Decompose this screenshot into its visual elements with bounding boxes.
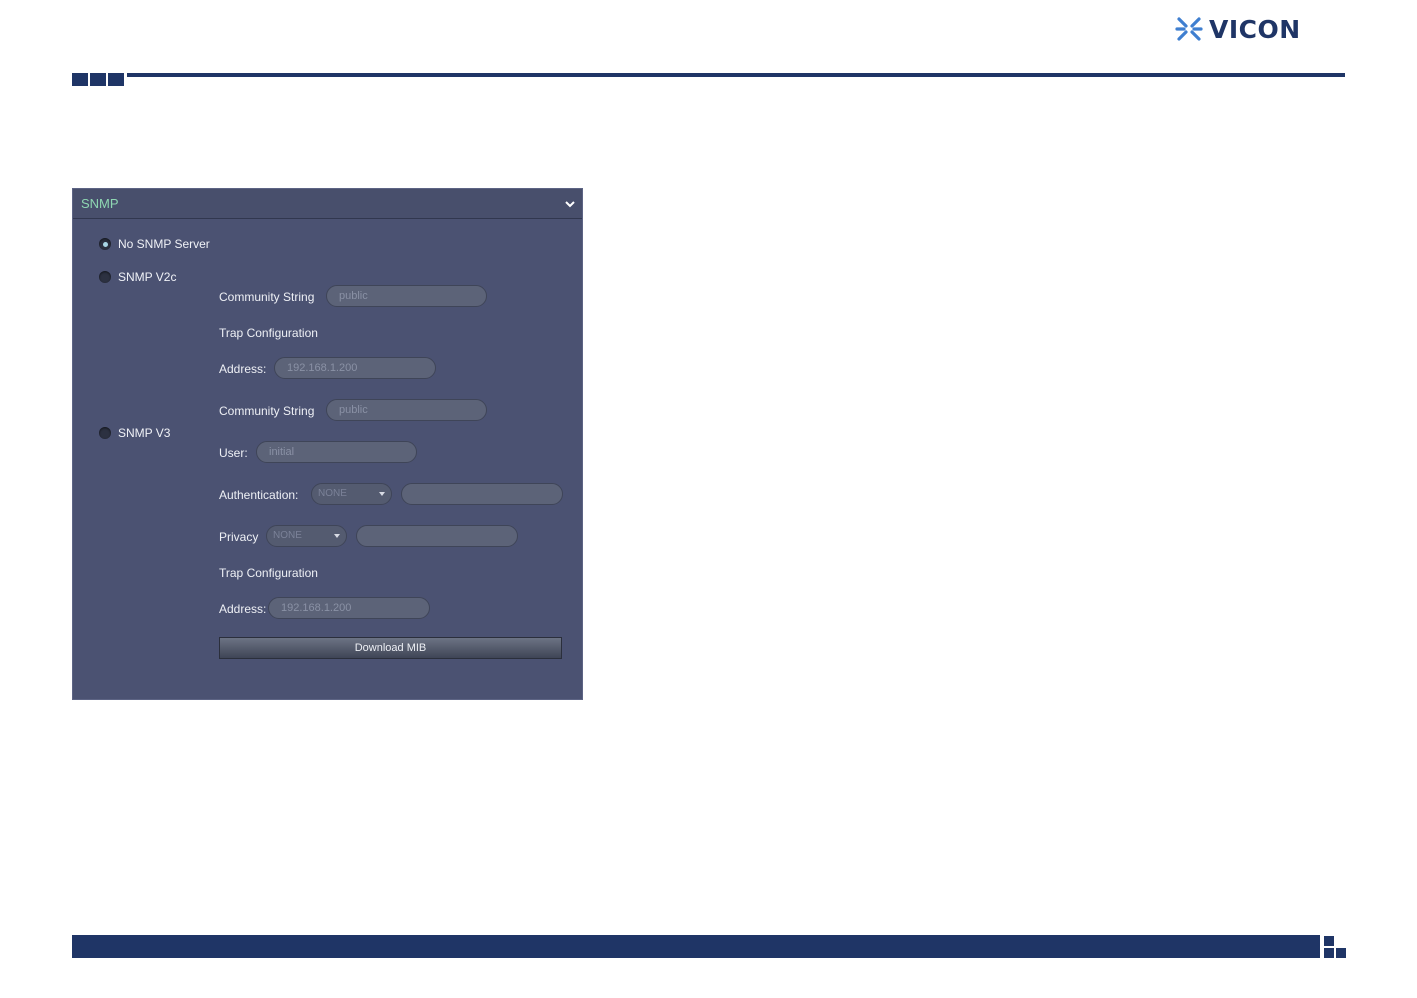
v3-trap-heading: Trap Configuration	[219, 566, 318, 580]
v2c-address-input[interactable]	[274, 357, 436, 379]
logo-text: VICON	[1209, 14, 1301, 44]
footer-square	[1324, 936, 1334, 946]
panel-title: SNMP	[81, 196, 119, 211]
v3-privacy-label: Privacy	[219, 530, 259, 544]
radio-label: SNMP V3	[118, 426, 171, 440]
radio-unselected-icon[interactable]	[99, 271, 111, 283]
chevron-down-icon[interactable]	[564, 198, 576, 210]
vicon-logo-icon	[1175, 17, 1203, 41]
panel-header[interactable]: SNMP	[73, 189, 582, 219]
v3-address-label: Address:	[219, 602, 267, 616]
v3-user-label: User:	[219, 446, 248, 460]
v3-authentication-label: Authentication:	[219, 488, 299, 502]
vicon-logo: VICON	[1175, 14, 1301, 44]
v3-privacy-select[interactable]: NONE	[266, 525, 347, 547]
select-value: NONE	[318, 488, 347, 499]
header-square	[108, 73, 124, 86]
radio-unselected-icon[interactable]	[99, 427, 111, 439]
select-value: NONE	[273, 530, 302, 541]
v2c-address-label: Address:	[219, 362, 267, 376]
v3-privacy-input[interactable]	[356, 525, 518, 547]
radio-selected-icon[interactable]	[99, 238, 111, 250]
radio-snmp-v3[interactable]: SNMP V3	[99, 426, 170, 440]
download-mib-button[interactable]: Download MIB	[219, 637, 562, 659]
header-rule	[127, 73, 1345, 77]
radio-no-snmp-server[interactable]: No SNMP Server	[99, 237, 210, 251]
v2c-community-input[interactable]	[326, 285, 487, 307]
v2c-trap-heading: Trap Configuration	[219, 326, 318, 340]
footer-square	[1324, 948, 1334, 958]
v3-authentication-select[interactable]: NONE	[311, 483, 392, 505]
caret-down-icon	[334, 534, 340, 538]
v3-community-label: Community String	[219, 404, 315, 418]
caret-down-icon	[379, 492, 385, 496]
footer-square	[1336, 948, 1346, 958]
footer-bar	[72, 935, 1320, 958]
v3-authentication-input[interactable]	[401, 483, 563, 505]
radio-snmp-v2c[interactable]: SNMP V2c	[99, 270, 176, 284]
v3-community-input[interactable]	[326, 399, 487, 421]
radio-label: SNMP V2c	[118, 270, 177, 284]
radio-label: No SNMP Server	[118, 237, 210, 251]
header-square	[72, 73, 88, 86]
snmp-panel: SNMP No SNMP Server SNMP V2c Community S…	[72, 188, 583, 700]
header-square	[90, 73, 106, 86]
v3-user-input[interactable]	[256, 441, 417, 463]
v2c-community-label: Community String	[219, 290, 315, 304]
v3-address-input[interactable]	[268, 597, 430, 619]
